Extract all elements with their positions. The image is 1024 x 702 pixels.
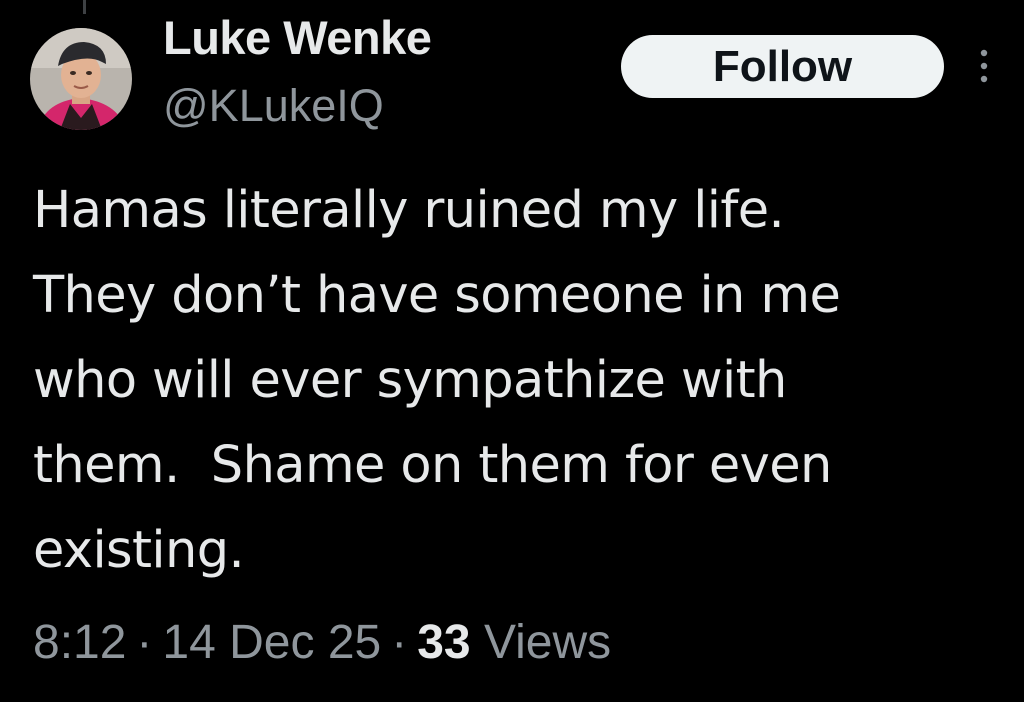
tweet-meta: 8:12 · 14 Dec 25 · 33 Views — [33, 615, 611, 670]
avatar[interactable] — [30, 28, 132, 130]
meta-separator: · — [136, 616, 153, 669]
views-label: Views — [483, 616, 612, 669]
thread-connector-line — [83, 0, 86, 14]
meta-separator: · — [391, 616, 408, 669]
tweet-text: Hamas literally ruined my life. They don… — [33, 168, 993, 593]
tweet-text-line: existing. — [33, 521, 245, 580]
author-handle[interactable]: @KLukeIQ — [163, 80, 384, 132]
tweet-text-line: who will ever sympathize with — [33, 351, 787, 410]
more-vertical-icon[interactable] — [970, 44, 998, 88]
follow-button[interactable]: Follow — [621, 35, 944, 98]
profile-photo-icon — [30, 28, 132, 130]
tweet-date[interactable]: 14 Dec 25 — [162, 616, 381, 669]
tweet-time[interactable]: 8:12 — [33, 616, 126, 669]
tweet-text-line: them. Shame on them for even — [33, 436, 832, 495]
tweet-text-line: Hamas literally ruined my life. — [33, 181, 785, 240]
author-name[interactable]: Luke Wenke — [163, 10, 432, 65]
tweet-text-line: They don’t have someone in me — [33, 266, 841, 325]
views-count[interactable]: 33 — [417, 616, 470, 669]
